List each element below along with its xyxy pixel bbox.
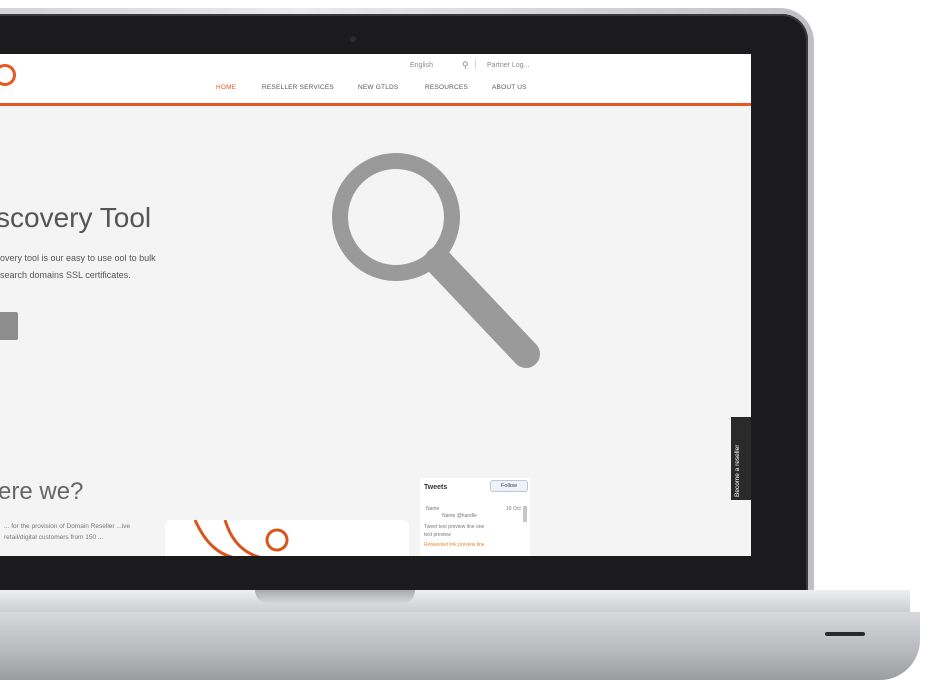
follow-button[interactable]: Follow	[490, 480, 528, 492]
brand-logo[interactable]	[0, 64, 16, 86]
magnifier-illustration-icon	[332, 153, 540, 368]
language-selector[interactable]: English	[410, 62, 433, 69]
nav-about-us[interactable]: ABOUT US	[492, 84, 527, 91]
search-icon[interactable]: ⚲	[462, 60, 469, 71]
featured-image-card[interactable]	[165, 520, 409, 556]
about-title: ere we?	[0, 478, 84, 505]
site-header: English ⚲ | Partner Log... HOME RESELLER…	[0, 54, 751, 106]
tweets-title: Tweets	[424, 484, 448, 491]
nav-reseller-services[interactable]: RESELLER SERVICES	[262, 84, 334, 91]
become-reseller-label: Become a reseller	[734, 444, 741, 497]
become-reseller-tab[interactable]: Become a reseller	[731, 417, 751, 500]
tweet-line: text preview	[424, 532, 451, 538]
about-text: ... for the provision of Domain Reseller…	[4, 523, 131, 541]
hero-description: overy tool is our easy to use ool to bul…	[0, 253, 156, 280]
trackpad-notch	[255, 590, 415, 604]
tweet-line: Name @handle	[442, 513, 477, 519]
divider: |	[474, 59, 477, 70]
laptop-base	[0, 590, 929, 680]
tweet-line: 10 Oct	[506, 506, 521, 512]
nav-home[interactable]: HOME	[216, 84, 236, 91]
swirl-graphic-icon	[193, 520, 289, 556]
nav-new-gtlds[interactable]: NEW GTLDS	[358, 84, 398, 91]
twitter-widget: Tweets Follow Name Name @handle 10 Oct T…	[420, 478, 530, 556]
header-accent-rule	[0, 103, 751, 106]
hero-cta-button[interactable]	[0, 312, 18, 340]
tweet-line: Name	[426, 506, 440, 512]
laptop-screen: English ⚲ | Partner Log... HOME RESELLER…	[0, 54, 751, 556]
nav-resources[interactable]: RESOURCES	[425, 84, 468, 91]
tweet-link[interactable]: Retweeted link preview line	[424, 542, 485, 548]
partner-login-link[interactable]: Partner Log...	[487, 62, 529, 69]
hero-title: scovery Tool	[0, 202, 152, 233]
widget-scrollbar[interactable]	[523, 506, 527, 522]
camera-dot	[350, 36, 356, 42]
sleep-indicator	[825, 632, 865, 636]
tweet-line: Tweet text preview line one	[424, 524, 485, 530]
